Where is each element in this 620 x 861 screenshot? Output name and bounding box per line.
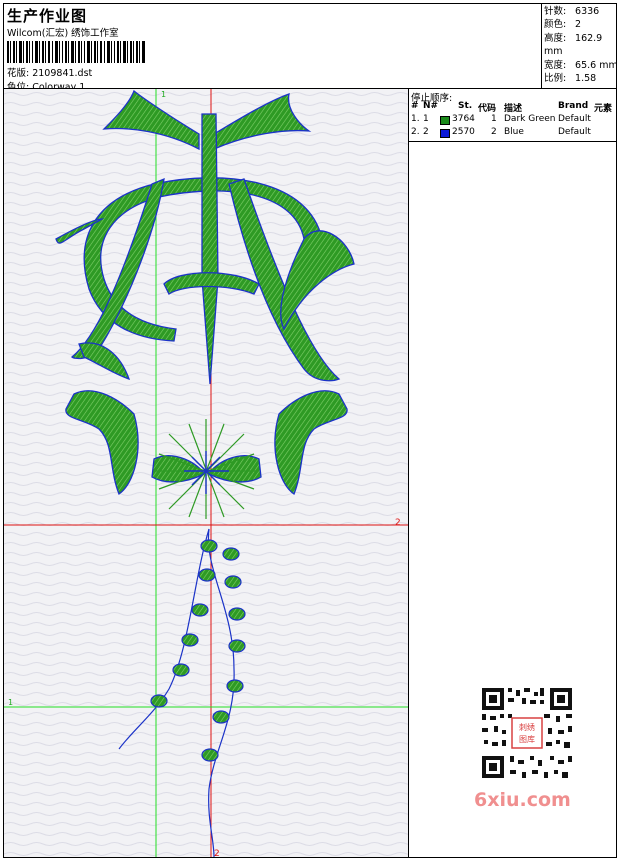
color-swatch: [440, 129, 450, 138]
table-row: 1. 1 3764 1 Dark Green Default: [411, 114, 591, 125]
design-preview: 1 2 1 2: [4, 89, 408, 857]
guide-label: 1: [8, 698, 13, 707]
watermark: 6xiu.com: [474, 789, 571, 811]
header-info: 生产作业图 Wilcom(汇宏) 绣饰工作室 花版: 2109841.dst 色…: [4, 4, 540, 93]
studio-name: Wilcom(汇宏) 绣饰工作室: [7, 28, 119, 39]
stat-width: 宽度: 65.6 mm: [544, 59, 618, 71]
guide-label: 2: [395, 518, 401, 528]
divider: [541, 4, 542, 88]
embroidery-design: 1 2 1 2: [4, 89, 408, 857]
svg-text:图库: 图库: [519, 734, 535, 744]
divider: [409, 141, 616, 142]
stop-sequence-table: # N# St. 代码 描述 Brand 元素 1. 1 3764 1 Dark…: [410, 101, 616, 140]
guide-label: 1: [161, 90, 166, 99]
design-file: 花版: 2109841.dst: [7, 68, 93, 79]
stat-scale: 比例: 1.58: [544, 73, 597, 85]
stat-colors: 颜色: 2: [544, 19, 582, 31]
svg-text:刺绣: 刺绣: [519, 722, 535, 732]
page-title: 生产作业图: [7, 7, 88, 25]
table-row: 2. 2 2570 2 Blue Default: [411, 127, 591, 138]
stat-height: 高度: 162.9 mm: [544, 32, 603, 58]
guide-label: 2: [214, 849, 220, 857]
table-header: # N# St. 代码 描述 Brand 元素: [411, 101, 613, 114]
color-swatch: [440, 116, 450, 125]
qr-code-icon: 刺绣 图库: [478, 684, 576, 782]
stats-panel: 针数: 6336 颜色: 2 高度: 162.9 mm 宽度: 65.6 mm …: [544, 5, 620, 85]
barcode-icon: [7, 41, 145, 63]
stat-stitches: 针数: 6336: [544, 6, 600, 17]
divider: [408, 89, 409, 857]
